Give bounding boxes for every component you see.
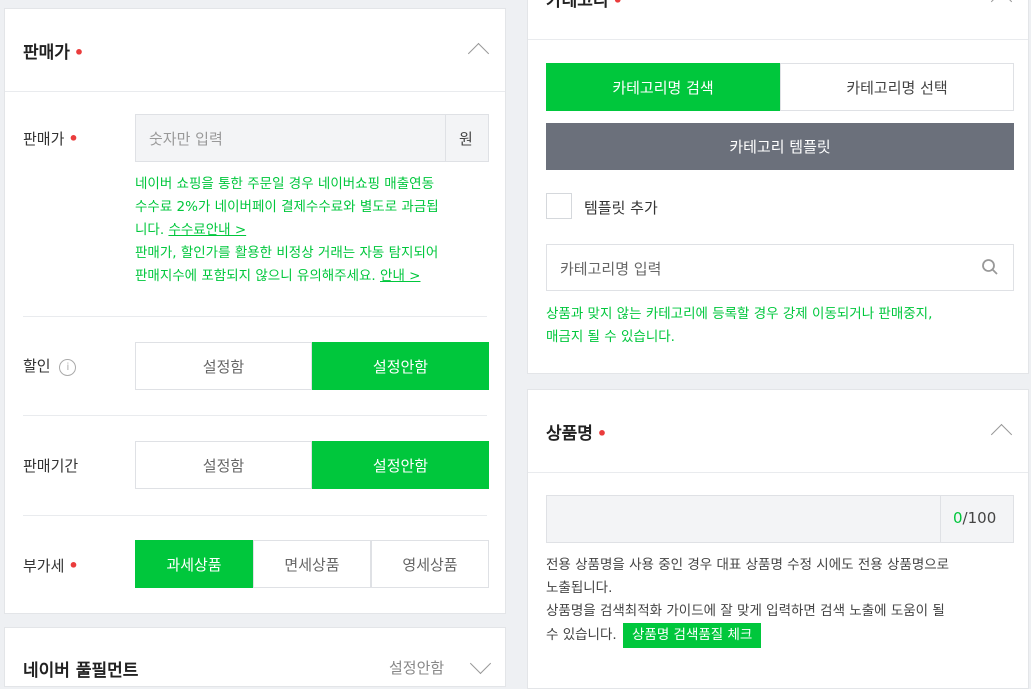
info-icon[interactable]: i	[59, 359, 77, 376]
notice-line: 노출됩니다.	[546, 580, 613, 596]
category-section-header[interactable]: 카테고리 •	[528, 0, 1028, 40]
notice-line: 판매가, 할인가를 활용한 비정상 거래는 자동 탐지되어	[135, 245, 439, 261]
notice-line: 네이버 쇼핑을 통한 주문일 경우 네이버쇼핑 매출연동	[135, 176, 434, 192]
vat-zero-rate-option[interactable]: 영세상품	[371, 540, 489, 588]
price-input-placeholder: 숫자만 입력	[149, 130, 223, 148]
guide-link[interactable]: 안내 >	[380, 268, 420, 284]
notice-line: 수수료 2%가 네이버페이 결제수수료와 별도로 과금됩	[135, 199, 439, 215]
product-name-section-header[interactable]: 상품명 •	[528, 390, 1028, 473]
counter-divider	[940, 496, 941, 542]
category-tabs: 카테고리명 검색 카테고리명 선택	[546, 63, 1014, 111]
required-dot: •	[596, 424, 608, 443]
fee-guide-link[interactable]: 수수료안내 >	[168, 222, 246, 238]
required-dot: •	[68, 129, 79, 148]
fulfillment-title: 네이버 풀필먼트	[23, 661, 139, 681]
char-counter-max: /100	[962, 509, 997, 527]
notice-line: 상품명을 검색최적화 가이드에 잘 맞게 입력하면 검색 노출에 도움이 될	[546, 603, 945, 619]
price-label: 판매가 •	[23, 129, 79, 148]
category-search-input[interactable]: 카테고리명 입력	[546, 244, 1014, 291]
period-off-option[interactable]: 설정안함	[312, 441, 489, 489]
discount-toggle: 설정함 설정안함	[135, 342, 489, 390]
vat-toggle: 과세상품 면세상품 영세상품	[135, 540, 489, 588]
price-section-header[interactable]: 판매가 •	[5, 9, 505, 92]
price-notice: 네이버 쇼핑을 통한 주문일 경우 네이버쇼핑 매출연동 수수료 2%가 네이버…	[135, 173, 495, 288]
chevron-up-icon[interactable]	[467, 42, 490, 65]
template-checkbox[interactable]	[546, 193, 572, 219]
chevron-down-icon[interactable]	[469, 652, 492, 675]
category-section-title: 카테고리 •	[546, 0, 623, 11]
price-unit-divider	[445, 115, 446, 161]
category-panel: 카테고리 • 카테고리명 검색 카테고리명 선택 카테고리 템플릿 템플릿 추가 …	[527, 0, 1029, 374]
period-on-option[interactable]: 설정함	[135, 441, 312, 489]
sale-period-label: 판매기간	[23, 457, 79, 475]
product-name-title: 상품명 •	[546, 424, 608, 444]
product-name-notice: 전용 상품명을 사용 중인 경우 대표 상품명 수정 시에도 전용 상품명으로 …	[546, 554, 1026, 648]
tab-category-search[interactable]: 카테고리명 검색	[546, 63, 780, 111]
chevron-up-icon[interactable]	[990, 0, 1013, 13]
tab-category-select[interactable]: 카테고리명 선택	[780, 63, 1014, 111]
name-quality-check-button[interactable]: 상품명 검색품질 체크	[622, 623, 762, 648]
notice-line: 니다.	[135, 222, 165, 238]
vat-label: 부가세 •	[23, 556, 79, 575]
char-counter-current: 0	[953, 509, 963, 527]
fulfillment-status: 설정안함	[389, 659, 445, 677]
notice-line: 판매지수에 포함되지 않으니 유의해주세요.	[135, 268, 376, 284]
required-dot: •	[68, 556, 79, 575]
category-template-button[interactable]: 카테고리 템플릿	[546, 123, 1014, 170]
category-input-placeholder: 카테고리명 입력	[560, 260, 662, 278]
discount-label: 할인 i	[23, 355, 77, 376]
required-dot: •	[612, 0, 623, 10]
template-checkbox-label: 템플릿 추가	[584, 199, 658, 217]
discount-off-option[interactable]: 설정안함	[312, 342, 489, 390]
price-input[interactable]: 숫자만 입력 원	[135, 114, 489, 162]
price-section-title: 판매가 •	[23, 43, 85, 63]
notice-line: 수 있습니다.	[546, 627, 617, 643]
required-dot: •	[73, 43, 85, 62]
search-icon[interactable]	[981, 258, 999, 276]
chevron-up-icon[interactable]	[990, 423, 1013, 446]
row-divider	[23, 515, 487, 516]
notice-line: 매금지 될 수 있습니다.	[546, 329, 675, 345]
row-divider	[23, 316, 487, 317]
notice-line: 전용 상품명을 사용 중인 경우 대표 상품명 수정 시에도 전용 상품명으로	[546, 557, 950, 573]
price-unit: 원	[459, 130, 473, 148]
price-panel: 판매가 • 판매가 • 숫자만 입력 원 네이버 쇼핑을 통한 주문일 경우 네이버…	[4, 8, 506, 614]
product-name-panel: 상품명 • 0/100 전용 상품명을 사용 중인 경우 대표 상품명 수정 시에…	[527, 389, 1029, 689]
fulfillment-panel[interactable]: 네이버 풀필먼트 설정안함	[4, 627, 506, 687]
vat-exempt-option[interactable]: 면세상품	[253, 540, 371, 588]
discount-on-option[interactable]: 설정함	[135, 342, 312, 390]
notice-line: 상품과 맞지 않는 카테고리에 등록할 경우 강제 이동되거나 판매중지,	[546, 306, 933, 322]
char-counter: 0/100	[953, 509, 996, 527]
row-divider	[23, 415, 487, 416]
vat-taxable-option[interactable]: 과세상품	[135, 540, 253, 588]
sale-period-toggle: 설정함 설정안함	[135, 441, 489, 489]
category-notice: 상품과 맞지 않는 카테고리에 등록할 경우 강제 이동되거나 판매중지, 매금…	[546, 303, 1026, 349]
product-name-input[interactable]: 0/100	[546, 495, 1014, 543]
